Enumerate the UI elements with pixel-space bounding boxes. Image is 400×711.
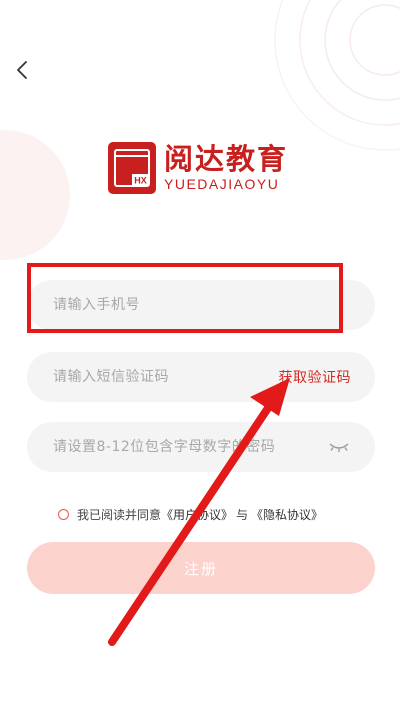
agreement-row: 我已阅读并同意 《用户协议》 与 《隐私协议》 — [58, 506, 323, 523]
brand-logo: HX 阅达教育 YUEDAJIAOYU — [108, 142, 288, 194]
privacy-policy-link[interactable]: 《隐私协议》 — [251, 506, 323, 523]
brand-name-en: YUEDAJIAOYU — [164, 176, 280, 192]
agreement-checkbox[interactable] — [58, 509, 69, 520]
agreement-conjunction: 与 — [236, 508, 249, 522]
back-button[interactable] — [8, 56, 36, 84]
password-input[interactable] — [51, 438, 327, 456]
logo-text: 阅达教育 YUEDAJIAOYU — [164, 143, 288, 193]
phone-field[interactable] — [27, 280, 375, 330]
eye-closed-icon — [329, 443, 349, 452]
sms-code-input[interactable] — [51, 368, 279, 386]
sms-code-field[interactable]: 获取验证码 — [27, 352, 375, 402]
chevron-left-icon — [17, 61, 27, 79]
password-field[interactable] — [27, 422, 375, 472]
brand-name-cn: 阅达教育 — [164, 142, 289, 176]
register-button[interactable]: 注册 — [27, 542, 375, 594]
user-agreement-link[interactable]: 《用户协议》 — [161, 506, 233, 523]
logo-mark-text: HX — [134, 176, 147, 186]
get-code-button[interactable]: 获取验证码 — [279, 367, 352, 387]
phone-input[interactable] — [51, 296, 351, 314]
password-visibility-toggle[interactable] — [327, 439, 351, 455]
logo-mark-icon: HX — [108, 142, 156, 194]
agreement-prefix: 我已阅读并同意 — [77, 508, 162, 522]
